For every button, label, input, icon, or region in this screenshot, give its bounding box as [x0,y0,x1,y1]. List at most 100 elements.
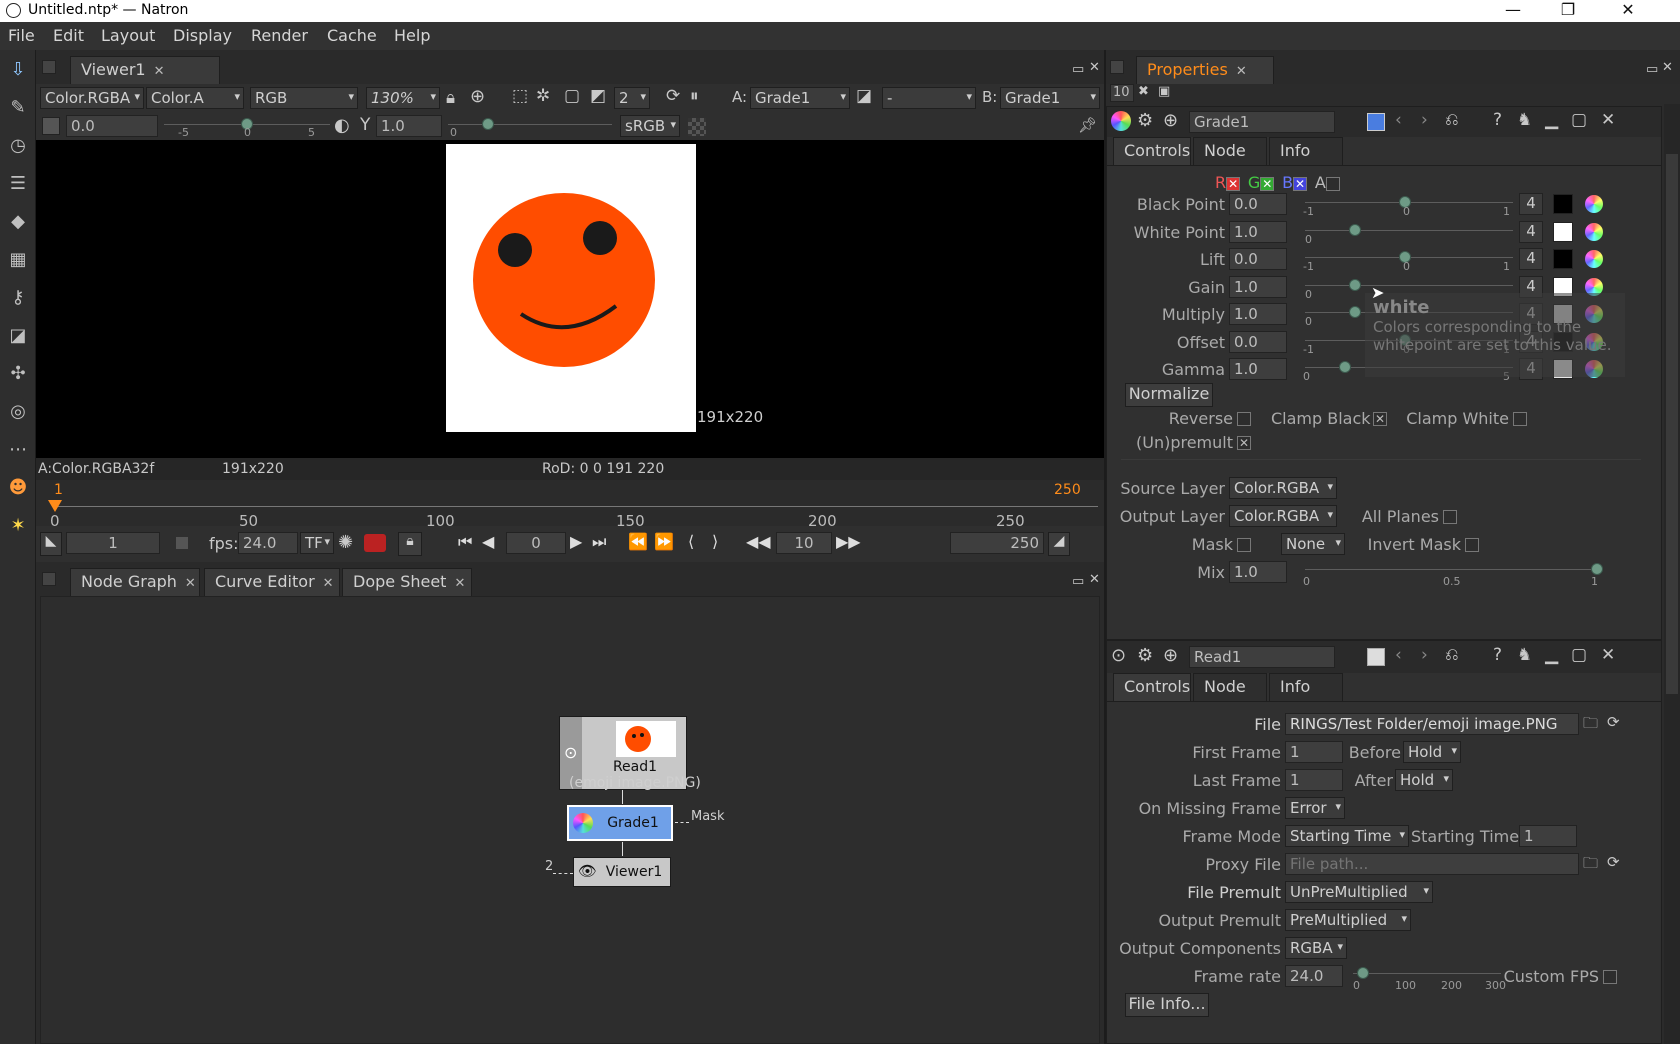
filter-tool-icon[interactable]: ▦ [4,246,32,274]
menu-cache[interactable]: Cache [327,26,377,45]
set-in-point-button[interactable]: ◣ [40,532,62,556]
redo-icon[interactable]: › [1421,645,1428,665]
param-color-swatch[interactable] [1553,194,1573,214]
close-panel-icon[interactable]: ✕ [1601,110,1615,130]
lock-range-button[interactable]: 🔒︎ [398,532,422,556]
float-panel-icon[interactable]: ▢ [1571,110,1587,130]
param-slider-track[interactable] [1305,229,1513,231]
close-pane-icon[interactable]: ✕ [1662,60,1673,75]
goto-end-icon[interactable]: ⏭ [592,532,606,552]
close-tab-icon[interactable]: ✕ [323,576,334,591]
mask-checkbox[interactable] [1237,538,1251,552]
clear-panels-icon[interactable]: ✖ [1138,84,1149,99]
gamma-slider-track[interactable] [448,124,612,125]
tab-viewer1[interactable]: Viewer1 ✕ [70,56,220,84]
proxy-file-field[interactable] [1285,853,1579,875]
max-panels-field[interactable]: 10 [1110,84,1134,102]
color-tool-icon[interactable]: ◆ [4,208,32,236]
param-value-field[interactable]: 0.0 [1229,193,1287,215]
gamma-slider-knob[interactable] [482,118,494,130]
layer-select[interactable]: Color.RGBA [40,87,144,109]
reverse-checkbox[interactable] [1237,412,1251,426]
colorspace-select[interactable]: sRGB [620,115,680,137]
image-tool-icon[interactable]: ⇩ [4,56,32,84]
lock-icon[interactable]: 🔒︎ [446,88,455,108]
menu-file[interactable]: File [8,26,35,45]
unpremult-checkbox[interactable]: ✕ [1237,436,1251,450]
frame-increment-field[interactable]: 10 [776,532,832,554]
param-value-field[interactable]: 1.0 [1229,358,1287,380]
param-value-field[interactable]: 1.0 [1229,303,1287,325]
float-panel-icon[interactable]: ▢ [1571,645,1587,665]
restore-defaults-icon[interactable]: ⎌ [1445,110,1459,130]
gamma-toggle-icon[interactable]: ◐ [334,115,350,136]
mix-slider-track[interactable] [1305,569,1597,570]
undo-icon[interactable]: ‹ [1395,645,1402,665]
float-pane-icon[interactable]: ▭ [1072,574,1084,589]
menu-render[interactable]: Render [251,26,308,45]
output-premult-select[interactable]: PreMultiplied [1285,909,1411,931]
center-viewer-icon[interactable]: ⊕ [470,86,485,107]
param-value-field[interactable]: 1.0 [1229,275,1287,298]
normalize-button[interactable]: Normalize [1125,383,1213,407]
grade-tab-info[interactable]: Info [1269,137,1343,165]
other-tool-icon[interactable]: ⋯ [4,436,32,464]
menu-help[interactable]: Help [394,26,430,45]
param-value-field[interactable]: 0.0 [1229,248,1287,270]
current-frame-field[interactable]: 0 [506,532,566,554]
proxy-icon[interactable]: ◩ [590,86,606,106]
minimize-panel-icon[interactable]: ▁ [1545,110,1558,130]
close-pane-icon[interactable]: ✕ [1089,60,1100,75]
keyer-tool-icon[interactable]: ⚷ [4,284,32,312]
frame-mode-select[interactable]: Starting Time [1285,825,1409,847]
close-panel-icon[interactable]: ✕ [1601,645,1615,665]
output-layer-select[interactable]: Color.RGBA [1229,505,1337,527]
prev-frame-icon[interactable]: ⏪ [628,532,648,551]
zoom-select[interactable]: 130% [366,87,440,109]
read-name-field[interactable]: Read1 [1189,646,1335,668]
proxy-level-select[interactable]: 2 [614,87,650,109]
grade-node[interactable]: Grade1 [567,805,673,841]
views-tool-icon[interactable]: ◎ [4,398,32,426]
timeline[interactable]: 1 250 0 50 100 150 200 250 [36,480,1104,530]
minimize-panels-icon[interactable]: ▣ [1158,84,1170,99]
prev-keyframe-icon[interactable]: ⟨ [688,532,694,551]
mask-select[interactable]: None [1281,533,1345,555]
menu-edit[interactable]: Edit [53,26,84,45]
read-tab-info[interactable]: Info [1269,673,1343,701]
viewer-node[interactable]: 👁︎ Viewer1 [573,857,671,887]
maximize-button[interactable]: ❐ [1545,0,1591,22]
grade-tab-node[interactable]: Node [1193,137,1267,165]
menu-layout[interactable]: Layout [101,26,155,45]
redo-icon[interactable]: › [1421,110,1428,130]
param-slider-track[interactable] [1305,284,1513,286]
channel-r-checkbox[interactable]: ✕ [1226,176,1241,191]
channels-select[interactable]: RGB [250,87,358,109]
missing-frame-select[interactable]: Error [1285,797,1345,819]
close-pane-icon[interactable]: ✕ [1089,572,1100,587]
pause-icon[interactable]: ⏸ [690,86,699,106]
scrollbar-thumb[interactable] [1666,154,1678,694]
help-icon[interactable]: ? [1493,110,1502,130]
render-icon[interactable] [364,534,386,552]
grade-tab-controls[interactable]: Controls [1113,137,1191,165]
gain-toggle-icon[interactable] [42,117,60,135]
pane-menu-icon[interactable] [42,60,56,74]
center-node-icon[interactable]: ⊕ [1163,110,1178,131]
paint-tool-icon[interactable]: ✎ [4,94,32,122]
reload-icon[interactable]: ⟳ [1607,713,1620,731]
starting-time-field[interactable]: 1 [1519,825,1577,847]
minimize-button[interactable]: — [1490,0,1536,22]
goto-start-icon[interactable]: ⏮ [458,532,472,552]
prev-increment-icon[interactable]: ◀◀ [746,532,771,551]
param-slider-knob[interactable] [1339,361,1351,373]
merge-tool-icon[interactable]: ◪ [4,322,32,350]
undo-icon[interactable]: ‹ [1395,110,1402,130]
playback-mode-icon[interactable]: ✺ [338,532,353,553]
nodegraph-canvas[interactable]: ⊙ Read1 (emoji image.PNG) Grade1 Mask 👁︎… [40,596,1100,1044]
transform-tool-icon[interactable]: ✣ [4,360,32,388]
time-tool-icon[interactable]: ◷ [4,132,32,160]
auto-contrast-icon[interactable]: ✲ [536,86,550,106]
first-frame-field[interactable]: 1 [66,532,160,554]
param-dimension-button[interactable]: 4 [1519,193,1543,215]
